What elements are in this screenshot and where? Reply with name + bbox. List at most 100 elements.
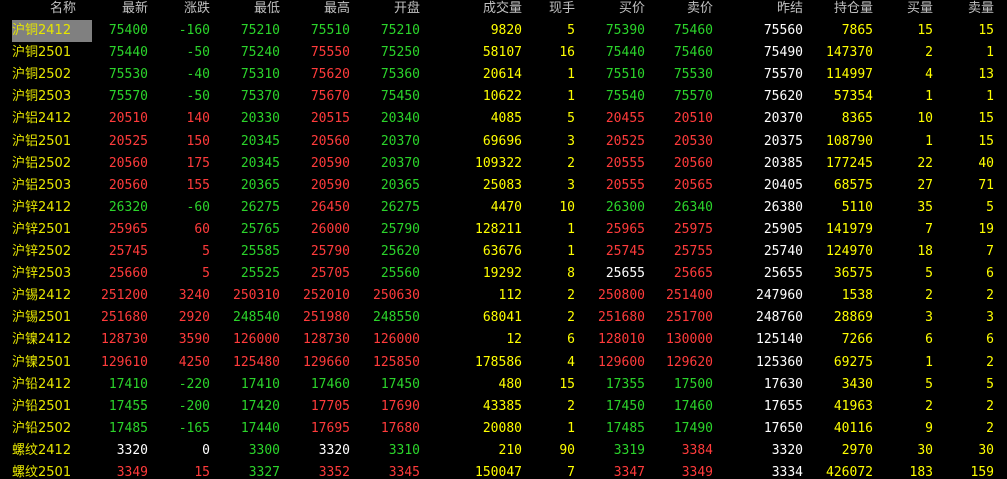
current-hand-cell: 1	[567, 67, 575, 83]
header-ask-qty[interactable]: 卖量	[945, 0, 994, 20]
open-interest-cell: 177245	[826, 155, 873, 171]
open-price-cell: 126000	[373, 332, 420, 348]
header-prev-settle[interactable]: 昨结	[740, 0, 803, 20]
table-row[interactable]: 沪铜2503 75570 -50 75370 75670 75450 10622 1 75540…	[0, 86, 1007, 108]
header-bid-qty[interactable]: 买量	[880, 0, 933, 20]
open-price-cell: 20370	[380, 133, 420, 149]
volume-cell: 4470	[490, 199, 522, 215]
table-row[interactable]: 沪镍2501 129610 4250 125480 129660 125850 178586…	[0, 352, 1007, 374]
header-current[interactable]: 现手	[530, 0, 575, 20]
high-price-cell: 25790	[310, 244, 350, 259]
contract-name-cell: 沪锌2501	[12, 221, 72, 237]
bid-qty-cell: 3	[925, 310, 933, 326]
ask-qty-cell: 5	[986, 199, 994, 215]
header-last[interactable]: 最新	[90, 0, 148, 20]
table-row[interactable]: 沪锡2412 251200 3240 250310 252010 250630 112 2 25…	[0, 285, 1007, 307]
table-row[interactable]: 沪铅2501 17455 -200 17420 17705 17690 43385 2 1745…	[0, 396, 1007, 418]
last-price-cell: 75440	[108, 45, 148, 61]
last-price-cell: 251680	[101, 310, 148, 326]
table-row[interactable]: 沪铝2501 20525 150 20345 20560 20370 69696 3 20525…	[0, 131, 1007, 153]
prev-settle-cell: 247960	[756, 288, 803, 304]
contract-name-cell: 沪铝2412	[12, 111, 72, 127]
change-cell: 5	[202, 244, 210, 259]
open-price-cell: 25620	[380, 244, 420, 259]
prev-settle-cell: 75490	[763, 45, 803, 61]
ask-price-cell: 251400	[666, 288, 713, 304]
prev-settle-cell: 17630	[763, 376, 803, 392]
header-change[interactable]: 涨跌	[160, 0, 210, 20]
table-row[interactable]: 沪锡2501 251680 2920 248540 251980 248550 68041 2…	[0, 307, 1007, 329]
low-price-cell: 17440	[240, 420, 280, 436]
ask-qty-cell: 13	[978, 67, 994, 83]
header-open[interactable]: 开盘	[355, 0, 420, 20]
ask-qty-cell: 2	[986, 420, 994, 436]
bid-qty-cell: 18	[917, 244, 933, 259]
bid-price-cell: 128010	[598, 332, 645, 348]
ask-qty-cell: 30	[978, 442, 994, 458]
table-row[interactable]: 沪锌2412 26320 -60 26275 26450 26275 4470 10 26300…	[0, 197, 1007, 219]
high-price-cell: 20560	[310, 133, 350, 149]
header-high[interactable]: 最高	[285, 0, 350, 20]
change-cell: 5	[202, 266, 210, 282]
prev-settle-cell: 125140	[756, 332, 803, 348]
ask-qty-cell: 40	[978, 155, 994, 171]
change-cell: -40	[186, 67, 210, 83]
open-interest-cell: 69275	[833, 354, 873, 370]
table-row[interactable]: 螺纹2501 3349 15 3327 3352 3345 150047 7 3347 3349 3…	[0, 462, 1007, 479]
current-hand-cell: 5	[567, 111, 575, 127]
bid-qty-cell: 30	[917, 442, 933, 458]
volume-cell: 480	[498, 376, 522, 392]
table-row[interactable]: 沪铜2412 75400 -160 75210 75510 75210 9820 5 75390…	[0, 20, 1007, 42]
table-row[interactable]: 沪铅2502 17485 -165 17440 17695 17680 20080 1 1748…	[0, 418, 1007, 440]
change-cell: 4250	[178, 354, 210, 370]
table-row[interactable]: 沪镍2412 128730 3590 126000 128730 126000 12 6 128…	[0, 329, 1007, 351]
bid-qty-cell: 4	[925, 67, 933, 83]
open-price-cell: 26275	[380, 199, 420, 215]
ask-qty-cell: 6	[986, 332, 994, 348]
high-price-cell: 17460	[310, 376, 350, 392]
table-row[interactable]: 沪铅2412 17410 -220 17410 17460 17450 480 15 17355…	[0, 374, 1007, 396]
open-interest-cell: 2970	[841, 442, 873, 458]
volume-cell: 112	[498, 288, 522, 304]
table-row[interactable]: 沪铝2503 20560 155 20365 20590 20365 25083 3 20555…	[0, 175, 1007, 197]
header-name[interactable]: 名称	[0, 0, 76, 20]
bid-price-cell: 20455	[605, 111, 645, 127]
volume-cell: 4085	[490, 111, 522, 127]
current-hand-cell: 8	[567, 266, 575, 282]
high-price-cell: 26000	[310, 221, 350, 237]
table-row[interactable]: 螺纹2412 3320 0 3300 3320 3310 210 90 3319 3384 3320…	[0, 440, 1007, 462]
contract-name-cell: 沪镍2412	[12, 332, 72, 348]
current-hand-cell: 2	[567, 398, 575, 414]
header-open-interest[interactable]: 持仓量	[808, 0, 873, 20]
table-row[interactable]: 沪铜2502 75530 -40 75310 75620 75360 20614 1 75510…	[0, 64, 1007, 86]
bid-price-cell: 25965	[605, 221, 645, 237]
last-price-cell: 25965	[108, 221, 148, 237]
table-row[interactable]: 沪锌2501 25965 60 25765 26000 25790 128211 1 25965…	[0, 219, 1007, 241]
header-bid[interactable]: 买价	[590, 0, 645, 20]
ask-price-cell: 17460	[673, 398, 713, 414]
high-price-cell: 26450	[310, 199, 350, 215]
ask-price-cell: 17490	[673, 420, 713, 436]
table-row[interactable]: 沪铝2412 20510 140 20330 20515 20340 4085 5 20455 2…	[0, 108, 1007, 130]
prev-settle-cell: 26380	[763, 199, 803, 215]
contract-name-cell: 沪铅2502	[12, 420, 72, 436]
low-price-cell: 25765	[240, 221, 280, 237]
header-ask[interactable]: 卖价	[655, 0, 713, 20]
open-price-cell: 248550	[373, 310, 420, 326]
change-cell: -50	[186, 45, 210, 61]
header-volume[interactable]: 成交量	[455, 0, 522, 20]
bid-qty-cell: 9	[925, 420, 933, 436]
bid-price-cell: 250800	[598, 288, 645, 304]
change-cell: 3240	[178, 288, 210, 304]
low-price-cell: 20365	[240, 177, 280, 193]
table-row[interactable]: 沪铝2502 20560 175 20345 20590 20370 109322 2 2055…	[0, 153, 1007, 175]
header-low[interactable]: 最低	[215, 0, 280, 20]
high-price-cell: 3352	[318, 465, 350, 479]
table-row[interactable]: 沪锌2502 25745 5 25585 25790 25620 63676 1 25745 25…	[0, 241, 1007, 263]
prev-settle-cell: 3334	[771, 465, 803, 479]
volume-cell: 210	[498, 442, 522, 458]
table-row[interactable]: 沪锌2503 25660 5 25525 25705 25560 19292 8 25655 25…	[0, 263, 1007, 285]
last-price-cell: 20510	[108, 111, 148, 127]
open-price-cell: 250630	[373, 288, 420, 304]
table-row[interactable]: 沪铜2501 75440 -50 75240 75550 75250 58107 16 7544…	[0, 42, 1007, 64]
